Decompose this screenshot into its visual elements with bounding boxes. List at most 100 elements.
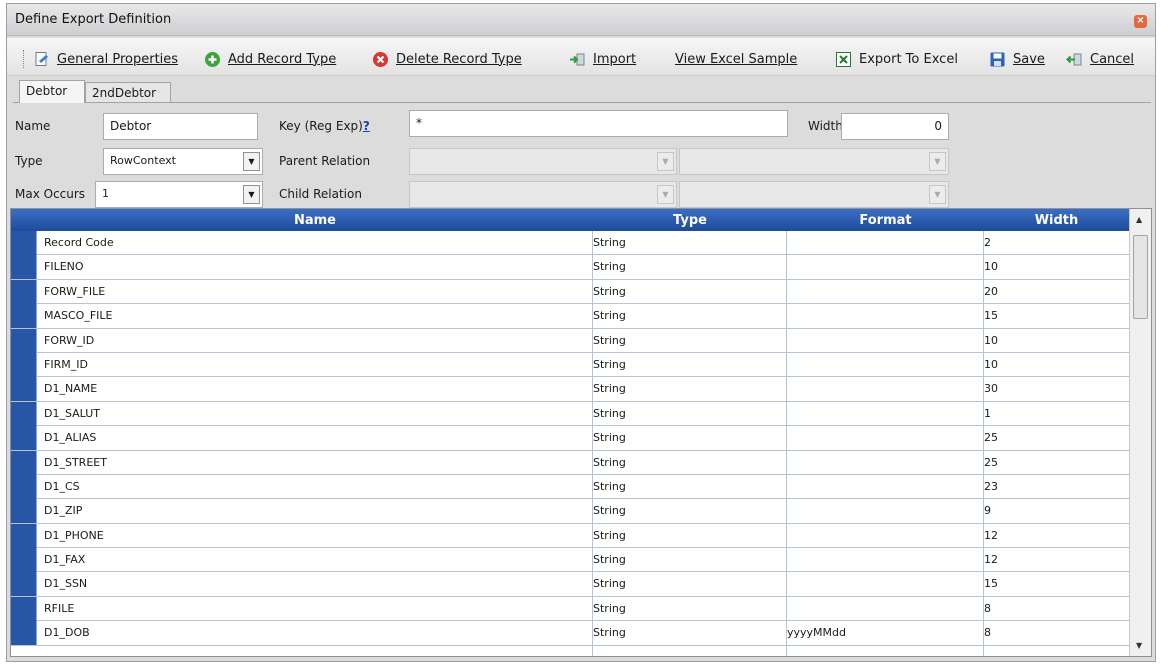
chevron-down-icon[interactable]: ▼ [243, 185, 260, 204]
row-selector[interactable] [11, 231, 37, 255]
row-selector[interactable] [11, 255, 37, 280]
name-field[interactable]: Debtor [103, 113, 258, 140]
cell-type[interactable]: String [593, 504, 626, 517]
type-select[interactable]: RowContext ▼ [103, 148, 263, 175]
row-selector[interactable] [11, 596, 37, 621]
cell-name[interactable]: D1_NAME [44, 382, 97, 395]
chevron-down-icon[interactable]: ▼ [243, 152, 260, 171]
table-row[interactable]: D1_ZIP String 9 [11, 499, 1129, 524]
row-selector[interactable] [11, 572, 37, 597]
row-selector[interactable] [11, 377, 37, 402]
width-field[interactable]: 0 [841, 113, 949, 140]
cell-type[interactable]: String [593, 480, 626, 493]
cell-type[interactable]: String [593, 285, 626, 298]
table-row[interactable]: D1_CS String 23 [11, 474, 1129, 500]
row-selector[interactable] [11, 352, 37, 377]
row-selector[interactable] [11, 328, 37, 353]
cell-name[interactable]: FORW_FILE [44, 285, 105, 298]
row-selector[interactable] [11, 621, 37, 646]
column-header-width[interactable]: Width [984, 213, 1129, 228]
row-selector[interactable] [11, 401, 37, 426]
export-to-excel-button[interactable]: Export To Excel [835, 48, 958, 70]
cancel-button[interactable]: Cancel [1066, 48, 1134, 70]
row-selector[interactable] [11, 499, 37, 524]
table-row[interactable]: D1_STREET String 25 [11, 450, 1129, 475]
cell-type[interactable]: String [593, 236, 626, 249]
cell-name[interactable]: FIRM_ID [44, 358, 88, 371]
cell-width[interactable]: 12 [984, 529, 998, 542]
table-row[interactable]: D1_SSN String 15 [11, 572, 1129, 597]
scroll-thumb[interactable] [1133, 235, 1148, 319]
cell-type[interactable]: String [593, 309, 626, 322]
table-row[interactable]: Record Code String 2 [11, 231, 1129, 256]
general-properties-button[interactable]: General Properties [33, 48, 178, 70]
table-row[interactable]: D1_PHONE String 12 [11, 523, 1129, 549]
table-row[interactable]: RFILE String 8 [11, 596, 1129, 622]
cell-width[interactable]: 23 [984, 480, 998, 493]
row-selector[interactable] [11, 523, 37, 548]
cell-name[interactable]: RFILE [44, 602, 74, 615]
cell-name[interactable]: D1_FAX [44, 553, 85, 566]
cell-width[interactable]: 15 [984, 577, 998, 590]
cell-width[interactable]: 10 [984, 260, 998, 273]
cell-name[interactable]: D1_SALUT [44, 407, 100, 420]
cell-type[interactable]: String [593, 260, 626, 273]
cell-name[interactable]: D1_ZIP [44, 504, 82, 517]
table-row[interactable]: FILENO String 10 [11, 255, 1129, 280]
toolbar-grip[interactable] [23, 50, 26, 68]
table-row[interactable]: MASCO_FILE String 15 [11, 304, 1129, 329]
column-header-type[interactable]: Type [593, 213, 787, 228]
cell-type[interactable]: String [593, 602, 626, 615]
cell-name[interactable]: D1_ALIAS [44, 431, 96, 444]
cell-format[interactable]: yyyyMMdd [787, 626, 846, 639]
add-record-type-button[interactable]: Add Record Type [204, 48, 336, 70]
cell-name[interactable]: D1_CS [44, 480, 80, 493]
scroll-up-icon[interactable]: ▲ [1136, 215, 1142, 224]
table-row[interactable]: D1_FAX String 12 [11, 548, 1129, 573]
cell-type[interactable]: String [593, 553, 626, 566]
cell-width[interactable]: 10 [984, 358, 998, 371]
cell-name[interactable]: D1_STREET [44, 456, 107, 469]
close-icon[interactable]: × [1134, 15, 1147, 28]
cell-type[interactable]: String [593, 456, 626, 469]
table-row[interactable]: FORW_FILE String 20 [11, 279, 1129, 305]
cell-width[interactable]: 25 [984, 456, 998, 469]
column-header-name[interactable]: Name [37, 213, 593, 228]
key-field[interactable]: * [409, 110, 788, 137]
save-button[interactable]: Save [989, 48, 1045, 70]
cell-type[interactable]: String [593, 431, 626, 444]
table-row[interactable]: D1_SALUT String 1 [11, 401, 1129, 427]
row-selector[interactable] [11, 304, 37, 329]
cell-width[interactable]: 25 [984, 431, 998, 444]
cell-width[interactable]: 1 [984, 407, 991, 420]
cell-name[interactable]: D1_SSN [44, 577, 87, 590]
table-row[interactable]: FIRM_ID String 10 [11, 352, 1129, 378]
cell-type[interactable]: String [593, 577, 626, 590]
cell-width[interactable]: 9 [984, 504, 991, 517]
cell-width[interactable]: 8 [984, 602, 991, 615]
cell-name[interactable]: D1_DOB [44, 626, 90, 639]
cell-type[interactable]: String [593, 334, 626, 347]
row-selector[interactable] [11, 548, 37, 573]
scroll-down-icon[interactable]: ▼ [1136, 641, 1142, 650]
cell-width[interactable]: 15 [984, 309, 998, 322]
column-header-format[interactable]: Format [787, 213, 984, 228]
cell-type[interactable]: String [593, 382, 626, 395]
row-selector[interactable] [11, 426, 37, 451]
help-link[interactable]: ? [363, 119, 370, 133]
table-row[interactable]: FORW_ID String 10 [11, 328, 1129, 353]
cell-name[interactable]: FILENO [44, 260, 84, 273]
cell-width[interactable]: 2 [984, 236, 991, 249]
delete-record-type-button[interactable]: Delete Record Type [372, 48, 522, 70]
row-selector[interactable] [11, 474, 37, 499]
vertical-scrollbar[interactable]: ▲ ▼ [1129, 209, 1151, 656]
import-button[interactable]: Import [569, 48, 636, 70]
cell-width[interactable]: 12 [984, 553, 998, 566]
cell-name[interactable]: Record Code [44, 236, 114, 249]
row-selector[interactable] [11, 279, 37, 304]
cell-width[interactable]: 30 [984, 382, 998, 395]
cell-name[interactable]: MASCO_FILE [44, 309, 113, 322]
cell-name[interactable]: D1_PHONE [44, 529, 104, 542]
table-row[interactable]: D1_DOB String yyyyMMdd 8 [11, 621, 1129, 646]
cell-width[interactable]: 10 [984, 334, 998, 347]
